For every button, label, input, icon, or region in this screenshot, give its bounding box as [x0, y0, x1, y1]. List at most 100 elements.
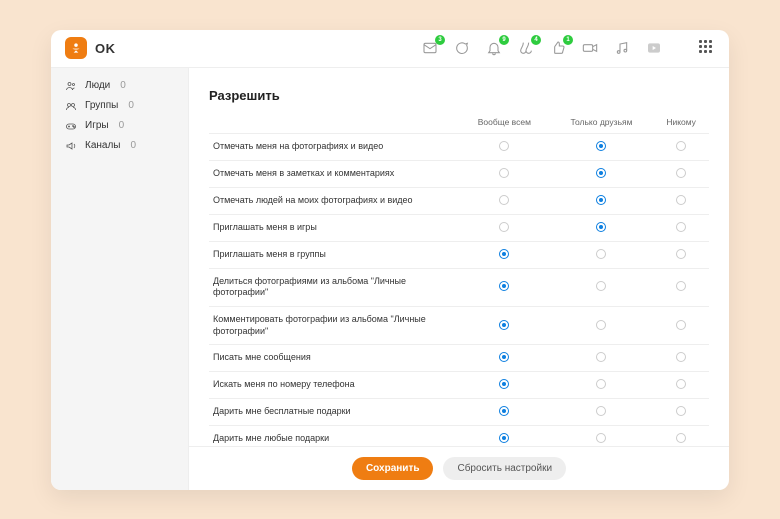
- sidebar-item-label: Игры: [85, 120, 109, 131]
- radio-option[interactable]: [499, 281, 509, 291]
- radio-option[interactable]: [676, 352, 686, 362]
- messages-icon[interactable]: 3: [421, 39, 439, 57]
- like-icon[interactable]: 1: [549, 39, 567, 57]
- app-window: OK 3 9 4 1: [51, 30, 729, 490]
- radio-option[interactable]: [499, 222, 509, 232]
- radio-option[interactable]: [596, 249, 606, 259]
- video-icon[interactable]: [581, 39, 599, 57]
- radio-option[interactable]: [596, 195, 606, 205]
- people-icon: [65, 80, 77, 92]
- row-label: Дарить мне любые подарки: [209, 426, 459, 446]
- table-row: Комментировать фотографии из альбома "Ли…: [209, 306, 709, 344]
- sidebar-item-label: Группы: [85, 100, 118, 111]
- row-label: Искать меня по номеру телефона: [209, 372, 459, 399]
- sidebar-item-count: 0: [120, 80, 126, 91]
- radio-option[interactable]: [499, 433, 509, 443]
- radio-option[interactable]: [676, 379, 686, 389]
- sidebar-item-groups[interactable]: Группы 0: [51, 96, 188, 116]
- radio-option[interactable]: [676, 433, 686, 443]
- sidebar: Люди 0 Группы 0 Игры 0 Каналы 0: [51, 68, 189, 490]
- radio-option[interactable]: [596, 168, 606, 178]
- table-row: Делиться фотографиями из альбома "Личные…: [209, 268, 709, 306]
- sidebar-item-channels[interactable]: Каналы 0: [51, 136, 188, 156]
- sidebar-item-people[interactable]: Люди 0: [51, 76, 188, 96]
- radio-option[interactable]: [596, 320, 606, 330]
- radio-option[interactable]: [676, 168, 686, 178]
- row-label: Отмечать меня в заметках и комментариях: [209, 160, 459, 187]
- row-label: Делиться фотографиями из альбома "Личные…: [209, 268, 459, 306]
- footer-bar: Сохранить Сбросить настройки: [189, 446, 729, 490]
- row-label: Приглашать меня в группы: [209, 241, 459, 268]
- apps-grid-icon[interactable]: [699, 40, 715, 56]
- sidebar-item-count: 0: [128, 100, 134, 111]
- permissions-table: Вообще всем Только друзьям Никому Отмеча…: [209, 111, 709, 446]
- radio-option[interactable]: [676, 222, 686, 232]
- radio-option[interactable]: [676, 406, 686, 416]
- sidebar-item-count: 0: [131, 140, 137, 151]
- radio-option[interactable]: [499, 352, 509, 362]
- brand-name: OK: [95, 41, 116, 56]
- body: Люди 0 Группы 0 Игры 0 Каналы 0 Разрешит…: [51, 68, 729, 490]
- reset-button[interactable]: Сбросить настройки: [443, 457, 566, 480]
- moments-badge: 4: [531, 35, 541, 45]
- radio-option[interactable]: [499, 406, 509, 416]
- radio-option[interactable]: [499, 141, 509, 151]
- discussions-icon[interactable]: [453, 39, 471, 57]
- row-label: Отмечать людей на моих фотографиях и вид…: [209, 187, 459, 214]
- sidebar-item-label: Каналы: [85, 140, 121, 151]
- table-row: Отмечать меня в заметках и комментариях: [209, 160, 709, 187]
- radio-option[interactable]: [499, 195, 509, 205]
- table-row: Отмечать людей на моих фотографиях и вид…: [209, 187, 709, 214]
- groups-icon: [65, 100, 77, 112]
- logo-icon[interactable]: [65, 37, 87, 59]
- radio-option[interactable]: [596, 406, 606, 416]
- radio-option[interactable]: [499, 320, 509, 330]
- radio-option[interactable]: [596, 433, 606, 443]
- channels-icon: [65, 140, 77, 152]
- media-icon[interactable]: [645, 39, 663, 57]
- music-icon[interactable]: [613, 39, 631, 57]
- radio-option[interactable]: [676, 249, 686, 259]
- row-label: Писать мне сообщения: [209, 345, 459, 372]
- table-row: Писать мне сообщения: [209, 345, 709, 372]
- messages-badge: 3: [435, 35, 445, 45]
- table-row: Приглашать меня в группы: [209, 241, 709, 268]
- column-header: Никому: [653, 111, 709, 134]
- column-header: Только друзьям: [550, 111, 654, 134]
- main: Разрешить Вообще всем Только друзьям Ник…: [189, 68, 729, 490]
- radio-option[interactable]: [676, 320, 686, 330]
- table-row: Искать меня по номеру телефона: [209, 372, 709, 399]
- row-label: Комментировать фотографии из альбома "Ли…: [209, 306, 459, 344]
- sidebar-item-games[interactable]: Игры 0: [51, 116, 188, 136]
- like-badge: 1: [563, 35, 573, 45]
- main-scroll[interactable]: Разрешить Вообще всем Только друзьям Ник…: [189, 68, 729, 446]
- games-icon: [65, 120, 77, 132]
- bell-icon[interactable]: 9: [485, 39, 503, 57]
- table-row: Дарить мне любые подарки: [209, 426, 709, 446]
- section-allow-title: Разрешить: [209, 88, 709, 103]
- radio-option[interactable]: [676, 141, 686, 151]
- sidebar-item-count: 0: [119, 120, 125, 131]
- save-button[interactable]: Сохранить: [352, 457, 434, 480]
- moments-icon[interactable]: 4: [517, 39, 535, 57]
- radio-option[interactable]: [596, 379, 606, 389]
- radio-option[interactable]: [676, 281, 686, 291]
- radio-option[interactable]: [596, 281, 606, 291]
- table-row: Приглашать меня в игры: [209, 214, 709, 241]
- sidebar-item-label: Люди: [85, 80, 110, 91]
- bell-badge: 9: [499, 35, 509, 45]
- radio-option[interactable]: [499, 168, 509, 178]
- table-row: Дарить мне бесплатные подарки: [209, 399, 709, 426]
- column-header: Вообще всем: [459, 111, 550, 134]
- radio-option[interactable]: [676, 195, 686, 205]
- radio-option[interactable]: [499, 249, 509, 259]
- table-row: Отмечать меня на фотографиях и видео: [209, 133, 709, 160]
- header-icons: 3 9 4 1: [421, 39, 663, 57]
- radio-option[interactable]: [596, 222, 606, 232]
- radio-option[interactable]: [596, 352, 606, 362]
- radio-option[interactable]: [596, 141, 606, 151]
- row-label: Отмечать меня на фотографиях и видео: [209, 133, 459, 160]
- header: OK 3 9 4 1: [51, 30, 729, 68]
- row-label: Дарить мне бесплатные подарки: [209, 399, 459, 426]
- radio-option[interactable]: [499, 379, 509, 389]
